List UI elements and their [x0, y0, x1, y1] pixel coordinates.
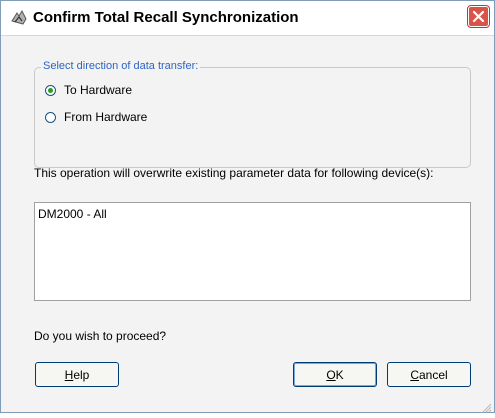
group-legend: Select direction of data transfer:	[41, 60, 201, 72]
transfer-direction-group: Select direction of data transfer: To Ha…	[34, 60, 471, 168]
cancel-button[interactable]: Cancel	[387, 362, 471, 387]
help-button[interactable]: Help	[35, 362, 119, 387]
radio-button-checked[interactable]	[45, 84, 56, 96]
close-icon	[472, 10, 485, 23]
title-bar[interactable]: Confirm Total Recall Synchronization	[1, 1, 494, 36]
radio-to-hardware[interactable]: To Hardware	[45, 82, 132, 98]
dialog-content: Select direction of data transfer: To Ha…	[1, 36, 494, 413]
window-title: Confirm Total Recall Synchronization	[33, 9, 299, 26]
size-grip-icon[interactable]	[482, 400, 492, 413]
radio-label[interactable]: To Hardware	[64, 83, 132, 97]
overwrite-message: This operation will overwrite existing p…	[34, 166, 434, 180]
close-button[interactable]	[467, 5, 490, 28]
radio-label[interactable]: From Hardware	[64, 110, 147, 124]
device-list[interactable]: DM2000 - All	[34, 202, 471, 301]
proceed-question: Do you wish to proceed?	[34, 329, 167, 343]
ok-button[interactable]: OK	[293, 362, 377, 387]
radio-from-hardware[interactable]: From Hardware	[45, 109, 147, 125]
dialog-window: Confirm Total Recall Synchronization Sel…	[0, 0, 495, 413]
radio-button[interactable]	[45, 111, 56, 123]
list-item[interactable]: DM2000 - All	[38, 207, 107, 221]
total-recall-icon	[10, 9, 28, 27]
